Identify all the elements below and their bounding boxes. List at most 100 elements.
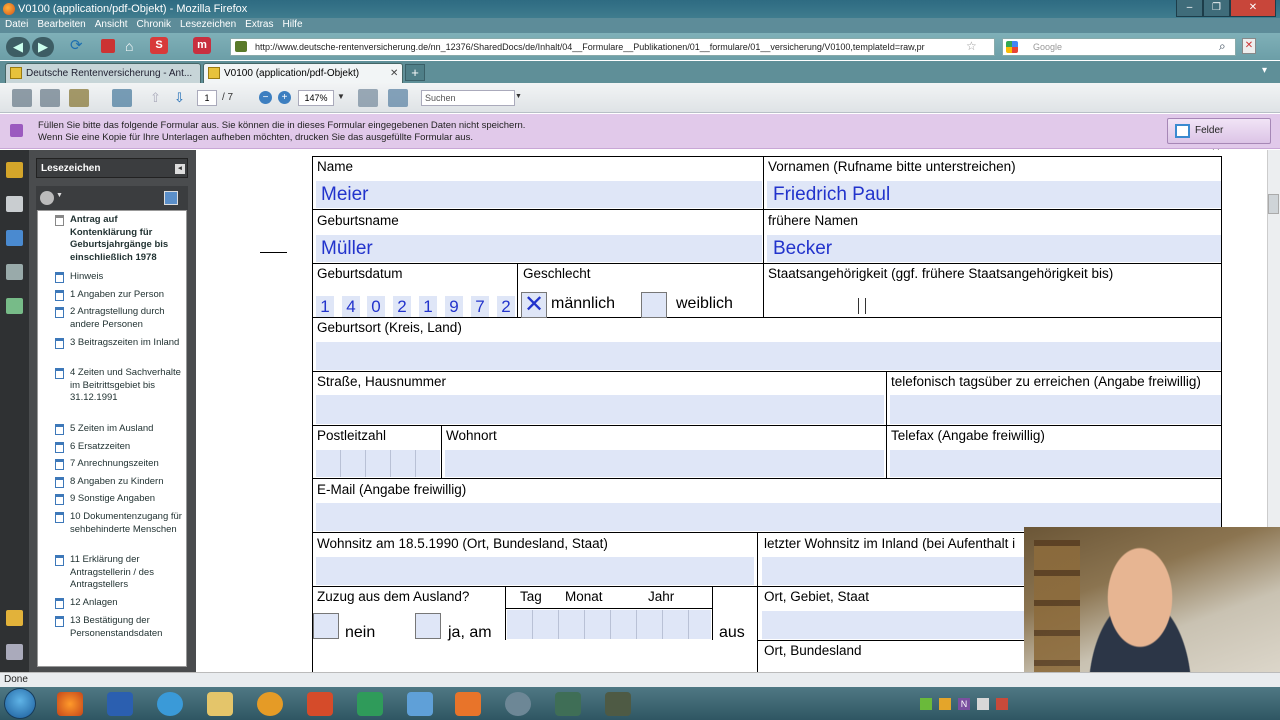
stop-icon[interactable] xyxy=(101,39,115,53)
fit-page-icon[interactable] xyxy=(388,89,408,107)
taskbar-firefox-icon[interactable] xyxy=(57,692,83,716)
menu-ansicht[interactable]: Ansicht xyxy=(90,18,132,30)
taskbar-music-icon[interactable] xyxy=(555,692,581,716)
taskbar-powerpoint-icon[interactable] xyxy=(307,692,333,716)
url-bar[interactable]: http://www.deutsche-rentenversicherung.d… xyxy=(230,38,995,56)
menu-datei[interactable]: Datei xyxy=(0,18,32,30)
fruehere-namen-field[interactable] xyxy=(767,235,1221,262)
scrollbar-thumb[interactable] xyxy=(1268,194,1279,214)
maennlich-checkbox[interactable]: ✕ xyxy=(521,292,547,318)
tray-download-icon[interactable] xyxy=(920,698,932,710)
tab-v0100-pdf[interactable]: V0100 (application/pdf-Objekt) ✕ xyxy=(203,63,403,83)
share-icon[interactable] xyxy=(112,89,132,107)
fit-width-icon[interactable] xyxy=(358,89,378,107)
taskbar-explorer-icon[interactable] xyxy=(207,692,233,716)
zuzug-date-field[interactable] xyxy=(507,610,711,639)
attachment-icon[interactable] xyxy=(6,644,23,660)
geburtsdatum-digit-6[interactable]: 9 xyxy=(445,296,463,317)
weiblich-checkbox[interactable] xyxy=(641,292,667,318)
geburtsname-field[interactable] xyxy=(316,235,762,262)
zoom-dropdown-icon[interactable]: ▼ xyxy=(337,92,345,101)
site-identity-icon[interactable] xyxy=(235,41,247,52)
wohnsitz-1990-field[interactable] xyxy=(316,557,754,585)
back-icon[interactable]: ◀ xyxy=(6,37,30,57)
zuzug-nein-checkbox[interactable] xyxy=(313,613,339,639)
name-field[interactable] xyxy=(316,181,762,208)
forward-icon[interactable]: ▶ xyxy=(32,37,54,57)
letzter-wohnsitz-field[interactable] xyxy=(762,557,1024,585)
taskbar-webcam-icon[interactable] xyxy=(505,692,531,716)
tab-rentenversicherung[interactable]: Deutsche Rentenversicherung - Ant... xyxy=(5,63,201,83)
options-gear-icon[interactable] xyxy=(40,191,54,205)
geburtsdatum-digit-8[interactable]: 2 xyxy=(497,296,515,317)
plz-field[interactable] xyxy=(316,450,440,477)
zoom-input[interactable]: 147% xyxy=(298,90,334,106)
wohnort-field[interactable] xyxy=(445,450,884,477)
zoom-out-icon[interactable]: − xyxy=(259,91,272,104)
maximize-button[interactable]: ❐ xyxy=(1203,0,1230,17)
home-icon[interactable]: ⌂ xyxy=(125,38,141,54)
zoom-in-icon[interactable]: + xyxy=(278,91,291,104)
next-page-icon[interactable]: ⇩ xyxy=(174,90,185,106)
menu-bearbeiten[interactable]: Bearbeiten xyxy=(32,18,89,30)
taskbar-word-icon[interactable] xyxy=(107,692,133,716)
minimize-button[interactable]: ‒ xyxy=(1176,0,1203,17)
pages-icon[interactable] xyxy=(6,196,23,212)
geburtsort-field[interactable] xyxy=(316,342,1221,370)
bookmarks-icon[interactable] xyxy=(6,230,23,246)
previous-page-icon[interactable]: ⇧ xyxy=(150,90,161,106)
save-icon[interactable] xyxy=(40,89,60,107)
binoculars-icon[interactable] xyxy=(6,264,23,280)
collapse-panel-icon[interactable]: ◂ xyxy=(175,164,185,174)
geburtsdatum-digit-4[interactable]: 2 xyxy=(393,296,411,317)
tray-app-icon[interactable] xyxy=(977,698,989,710)
menu-hilfe[interactable]: Hilfe xyxy=(278,18,307,30)
close-window-button[interactable]: ✕ xyxy=(1230,0,1276,17)
zuzug-ja-checkbox[interactable] xyxy=(415,613,441,639)
options-dropdown-icon[interactable]: ▼ xyxy=(56,192,63,199)
search-icon[interactable]: ⌕ xyxy=(1219,38,1226,54)
telefax-field[interactable] xyxy=(890,450,1221,477)
geburtsdatum-digit-7[interactable]: 7 xyxy=(471,296,489,317)
menu-lesezeichen[interactable]: Lesezeichen xyxy=(175,18,240,30)
tab-list-icon[interactable]: ▾ xyxy=(1262,65,1267,76)
strasse-field[interactable] xyxy=(316,395,884,424)
taskbar-ie-icon[interactable] xyxy=(157,692,183,716)
reload-icon[interactable]: ⟳ xyxy=(70,38,86,54)
start-button[interactable] xyxy=(4,688,36,719)
tray-alert-icon[interactable] xyxy=(996,698,1008,710)
addon-s-icon[interactable]: S xyxy=(150,37,168,54)
telefon-field[interactable] xyxy=(890,395,1221,424)
geburtsdatum-digit-3[interactable]: 0 xyxy=(367,296,385,317)
ort-gebiet-staat-field[interactable] xyxy=(762,611,1024,639)
pdf-search-input[interactable]: Suchen xyxy=(421,90,515,106)
taskbar-chat-icon[interactable] xyxy=(455,692,481,716)
lock-icon[interactable] xyxy=(6,162,23,178)
page-number-input[interactable]: 1 xyxy=(197,90,217,106)
email-icon[interactable] xyxy=(69,89,89,107)
new-bookmark-icon[interactable] xyxy=(164,191,178,205)
geburtsdatum-digit-2[interactable]: 4 xyxy=(342,296,360,317)
taskbar-publisher-icon[interactable] xyxy=(357,692,383,716)
tab-close-icon[interactable]: ✕ xyxy=(390,64,398,83)
comments-icon[interactable] xyxy=(6,610,23,626)
addon-m-icon[interactable]: m xyxy=(193,37,211,54)
addon-close-icon[interactable]: ✕ xyxy=(1242,38,1256,54)
web-search-input[interactable]: Google xyxy=(1002,38,1236,56)
staatsangehoerigkeit-field[interactable] xyxy=(767,290,1221,316)
google-icon[interactable] xyxy=(1006,41,1018,53)
new-tab-button[interactable]: + xyxy=(405,64,425,81)
menu-chronik[interactable]: Chronik xyxy=(132,18,175,30)
bookmark-star-icon[interactable]: ☆ xyxy=(966,38,977,54)
print-icon[interactable] xyxy=(12,89,32,107)
signature-icon[interactable] xyxy=(6,298,23,314)
taskbar-media-icon[interactable] xyxy=(257,692,283,716)
tray-n-icon[interactable]: N xyxy=(958,698,970,710)
taskbar-video-icon[interactable] xyxy=(605,692,631,716)
geburtsdatum-digit-1[interactable]: 1 xyxy=(316,296,334,317)
menu-extras[interactable]: Extras xyxy=(240,18,277,30)
search-dropdown-icon[interactable]: ▼ xyxy=(515,93,522,100)
geburtsdatum-digit-5[interactable]: 1 xyxy=(419,296,437,317)
highlight-fields-button[interactable]: Felder markieren xyxy=(1167,118,1271,160)
tray-update-icon[interactable] xyxy=(939,698,951,710)
